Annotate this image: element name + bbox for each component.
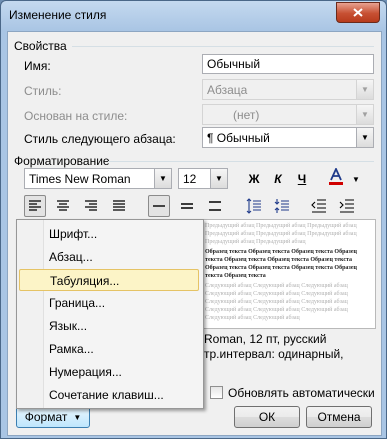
dialog-title: Изменение стиля — [9, 8, 107, 22]
justify-icon — [113, 200, 125, 211]
decrease-paragraph-spacing-button[interactable] — [271, 195, 293, 217]
align-right-button[interactable] — [80, 195, 102, 217]
double-spacing-button[interactable] — [204, 195, 226, 217]
next-style-select[interactable]: ¶ Обычный ▼ — [202, 127, 374, 148]
font-color-dropdown[interactable]: ▼ — [350, 168, 362, 190]
menu-item-label: Рамка... — [49, 342, 94, 356]
font-color-icon — [329, 168, 343, 185]
menu-item-numbering[interactable]: Нумерация... — [19, 361, 199, 383]
based-on-value: (нет) — [233, 108, 260, 122]
menu-item-frame[interactable]: Рамка... — [19, 338, 199, 360]
chevron-down-icon: ▼ — [210, 169, 227, 188]
chevron-down-icon: ▼ — [356, 105, 373, 124]
increase-paragraph-spacing-button[interactable] — [243, 195, 265, 217]
next-style-value: ¶ Обычный — [207, 131, 270, 145]
chevron-down-icon: ▼ — [73, 412, 82, 422]
one-half-spacing-button[interactable] — [176, 195, 198, 217]
underline-button[interactable]: Ч — [291, 168, 313, 190]
style-preview: Предыдущий абзац Предыдущий абзац Предыд… — [200, 219, 376, 329]
menu-item-label: Сочетание клавиш... — [49, 388, 164, 402]
menu-item-label: Язык... — [49, 319, 88, 333]
preview-previous-paragraph: Предыдущий абзац Предыдущий абзац Предыд… — [205, 223, 357, 245]
italic-button[interactable]: К — [267, 168, 289, 190]
name-label: Имя: — [24, 59, 51, 73]
font-name-select[interactable]: Times New Roman ▼ — [24, 168, 172, 189]
formatting-heading: Форматирование — [14, 154, 110, 168]
title-bar: Изменение стиля — [1, 1, 386, 31]
auto-update-checkbox[interactable] — [210, 386, 223, 399]
increase-indent-icon — [339, 199, 354, 213]
align-center-button[interactable] — [52, 195, 74, 217]
align-left-button[interactable] — [24, 195, 46, 217]
auto-update-label: Обновлять автоматически — [228, 386, 375, 400]
justify-button[interactable] — [108, 195, 130, 217]
style-description-line2: тр.интервал: одинарный, — [204, 347, 344, 361]
menu-item-paragraph[interactable]: Абзац... — [19, 246, 199, 268]
properties-divider — [72, 46, 374, 47]
font-size-select[interactable]: 12 ▼ — [178, 168, 228, 189]
style-description-line1: Roman, 12 пт, русский — [204, 332, 327, 346]
font-color-button[interactable] — [322, 166, 350, 188]
decrease-indent-icon — [311, 199, 326, 213]
menu-item-label: Шрифт... — [49, 227, 98, 241]
format-button[interactable]: Формат ▼ — [16, 406, 90, 428]
bold-button[interactable]: Ж — [243, 168, 265, 190]
font-name-value: Times New Roman — [29, 172, 131, 186]
menu-item-border[interactable]: Граница... — [19, 292, 199, 314]
preview-sample-text: Образец текста Образец текста Образец те… — [205, 249, 357, 279]
properties-heading: Свойства — [14, 39, 67, 53]
single-spacing-button[interactable] — [148, 195, 170, 217]
menu-item-label: Граница... — [49, 296, 106, 310]
style-type-label: Стиль: — [24, 84, 62, 98]
close-icon — [353, 8, 363, 17]
based-on-label: Основан на стиле: — [24, 109, 128, 123]
modify-style-dialog: Изменение стиля Свойства Имя: Обычный Ст… — [0, 0, 387, 439]
double-spacing-icon — [209, 201, 221, 211]
style-type-select[interactable]: Абзаца ▼ — [202, 79, 374, 100]
chevron-down-icon: ▼ — [154, 169, 171, 188]
menu-item-label: Абзац... — [49, 250, 93, 264]
next-style-label: Стиль следующего абзаца: — [24, 132, 176, 146]
close-button[interactable] — [336, 2, 380, 23]
menu-item-label: Табуляция... — [50, 274, 120, 288]
based-on-select[interactable]: (нет) ▼ — [202, 104, 374, 125]
chevron-down-icon: ▼ — [352, 174, 360, 184]
dialog-client: Свойства Имя: Обычный Стиль: Абзаца ▼ Ос… — [7, 31, 382, 436]
name-input[interactable]: Обычный — [202, 54, 374, 74]
font-size-value: 12 — [183, 172, 197, 186]
menu-item-label: Нумерация... — [49, 365, 122, 379]
menu-item-shortcut-key[interactable]: Сочетание клавиш... — [19, 384, 199, 406]
single-spacing-icon — [153, 205, 165, 207]
preview-next-paragraph: Следующий абзац Следующий абзац Следующи… — [205, 283, 348, 321]
style-type-value: Абзаца — [207, 83, 248, 97]
menu-item-tabs[interactable]: Табуляция... — [19, 269, 199, 291]
menu-item-font[interactable]: Шрифт... — [19, 223, 199, 245]
format-button-label: Формат — [24, 410, 68, 424]
formatting-divider — [108, 161, 374, 162]
ok-button[interactable]: ОК — [234, 406, 300, 428]
decrease-indent-button[interactable] — [308, 195, 330, 217]
align-center-icon — [57, 200, 69, 211]
align-right-icon — [85, 200, 97, 211]
chevron-down-icon: ▼ — [356, 128, 373, 147]
paragraph-spacing-icon — [246, 198, 261, 214]
menu-item-language[interactable]: Язык... — [19, 315, 199, 337]
format-menu: Шрифт... Абзац... Табуляция... Граница..… — [16, 219, 204, 409]
paragraph-spacing-icon — [274, 199, 289, 213]
increase-indent-button[interactable] — [336, 195, 358, 217]
align-left-icon — [29, 200, 41, 211]
chevron-down-icon: ▼ — [356, 80, 373, 99]
cancel-button[interactable]: Отмена — [306, 406, 372, 428]
one-half-spacing-icon — [181, 203, 193, 209]
